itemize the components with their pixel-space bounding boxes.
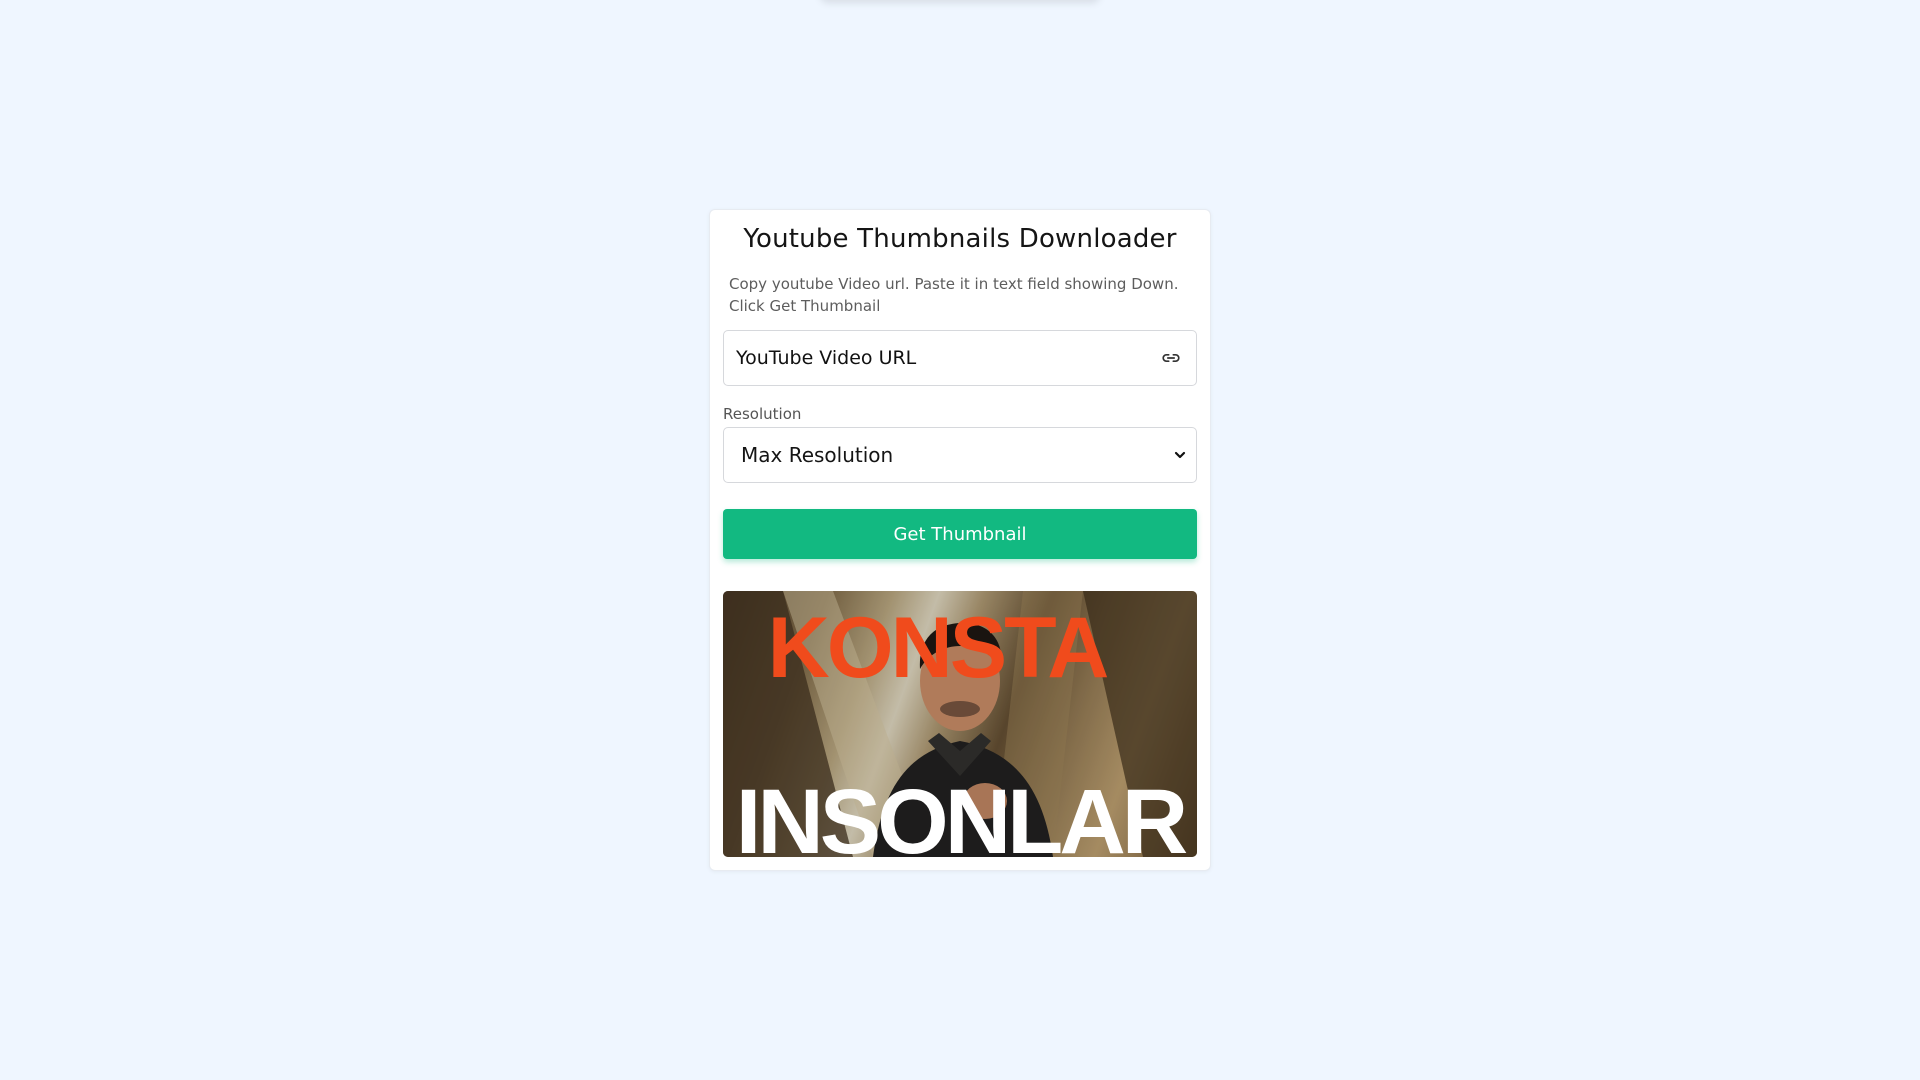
instructions-text: Copy youtube Video url. Paste it in text…: [729, 275, 1179, 315]
resolution-select[interactable]: Max Resolution: [723, 427, 1197, 483]
chevron-down-icon: [1170, 445, 1190, 465]
link-icon: [1158, 345, 1184, 371]
thumbnail-top-text: KONSTA: [768, 600, 1108, 696]
url-field[interactable]: [723, 330, 1197, 386]
thumbnail-bottom-text: INSONLAR: [736, 771, 1187, 857]
thumbnail-image[interactable]: KONSTA INSONLAR: [723, 591, 1197, 857]
get-thumbnail-button[interactable]: Get Thumbnail: [723, 509, 1197, 559]
page-title: Youtube Thumbnails Downloader: [743, 224, 1177, 254]
resolution-value: Max Resolution: [741, 443, 894, 467]
resolution-label: Resolution: [723, 405, 802, 423]
downloader-card: Youtube Thumbnails Downloader Copy youtu…: [709, 209, 1211, 871]
url-input[interactable]: [736, 347, 1158, 369]
